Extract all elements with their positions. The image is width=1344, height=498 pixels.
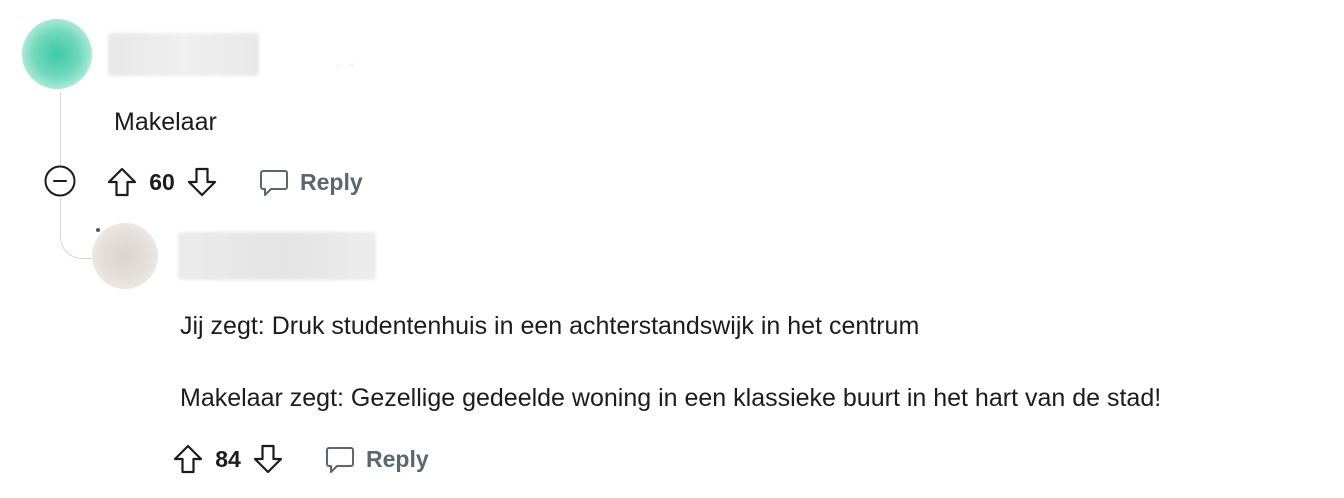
online-indicator bbox=[96, 228, 100, 232]
thread-line[interactable] bbox=[60, 92, 61, 166]
metadata-faint: · ◦ bbox=[336, 60, 354, 71]
arrow-down-icon bbox=[187, 167, 217, 197]
minus-circle-icon bbox=[44, 165, 76, 197]
reply-button[interactable]: Reply bbox=[324, 443, 429, 475]
avatar[interactable] bbox=[92, 223, 158, 289]
comment-actions: 60 Reply bbox=[104, 164, 363, 200]
username-blurred[interactable] bbox=[178, 232, 376, 280]
upvote-button[interactable] bbox=[104, 164, 140, 200]
comment-body-line: Jij zegt: Druk studentenhuis in een acht… bbox=[180, 312, 920, 340]
vote-count: 60 bbox=[149, 168, 175, 195]
vote-count: 84 bbox=[215, 445, 241, 472]
comment-body: Makelaar bbox=[114, 108, 217, 136]
arrow-up-icon bbox=[173, 444, 203, 474]
reply-label: Reply bbox=[300, 168, 363, 195]
speech-bubble-icon bbox=[260, 170, 288, 196]
reply-label: Reply bbox=[366, 445, 429, 472]
upvote-button[interactable] bbox=[170, 441, 206, 477]
thread-connector bbox=[60, 220, 93, 259]
arrow-down-icon bbox=[253, 444, 283, 474]
reply-button[interactable]: Reply bbox=[258, 166, 363, 198]
username-blurred[interactable] bbox=[108, 33, 259, 76]
downvote-button[interactable] bbox=[184, 164, 220, 200]
comment-body-line: Makelaar zegt: Gezellige gedeelde woning… bbox=[180, 384, 1162, 412]
speech-bubble-icon bbox=[326, 447, 354, 473]
downvote-button[interactable] bbox=[250, 441, 286, 477]
arrow-up-icon bbox=[107, 167, 137, 197]
collapse-thread-button[interactable] bbox=[44, 165, 76, 197]
avatar[interactable] bbox=[22, 19, 92, 89]
comment-actions: 84 Reply bbox=[170, 441, 429, 477]
